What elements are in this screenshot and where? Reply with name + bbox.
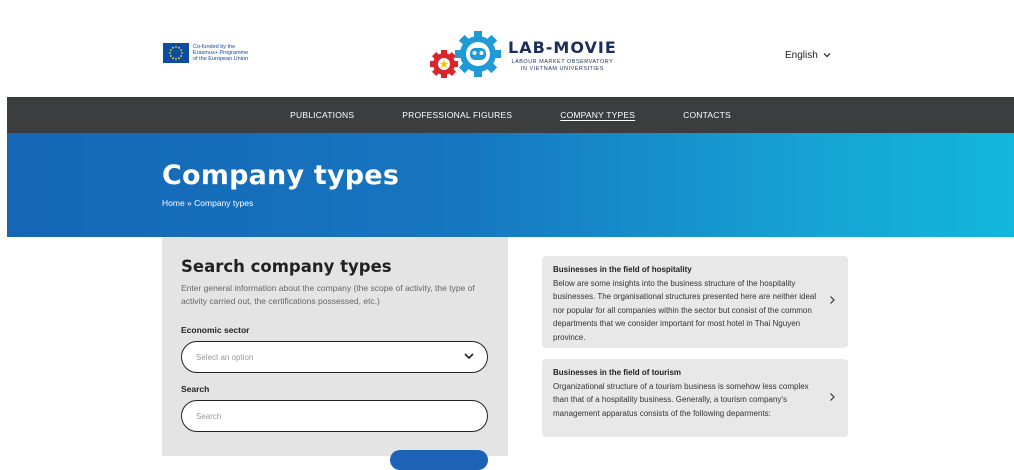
result-card-tourism[interactable]: Businesses in the field of tourism Organ… [542,359,848,437]
lab-movie-logo[interactable]: LAB-MOVIE LABOUR MARKET OBSERVATORY IN V… [430,30,617,80]
search-intro: Enter general information about the comp… [181,283,475,306]
eu-funding-badge[interactable]: Co-funded by the Erasmus+ Programme of t… [163,43,255,63]
chevron-down-icon [823,51,831,60]
breadcrumb: Home » Company types [162,198,253,208]
search-input[interactable]: Search [181,400,488,432]
economic-sector-placeholder: Select an option [196,352,254,362]
chevron-right-icon[interactable] [829,392,836,405]
search-submit-button[interactable] [390,450,488,470]
main-nav: PUBLICATIONS PROFESSIONAL FIGURES COMPAN… [7,97,1014,133]
chevron-down-icon [463,350,475,364]
site-header: Co-funded by the Erasmus+ Programme of t… [0,0,1014,97]
logo-title: LAB-MOVIE [508,38,617,57]
breadcrumb-separator: » [184,198,195,208]
economic-sector-select[interactable]: Select an option [181,341,488,373]
gear-logo-icon [430,31,501,78]
search-title: Search company types [181,257,392,276]
logo-text: LAB-MOVIE LABOUR MARKET OBSERVATORY IN V… [508,38,617,72]
search-panel: Search company types Enter general infor… [162,237,508,470]
result-card-hospitality[interactable]: Businesses in the field of hospitality B… [542,256,848,348]
language-label: English [785,50,818,61]
card-body: Organizational structure of a tourism bu… [553,382,809,418]
economic-sector-label: Economic sector [181,325,250,335]
eu-flag-icon [163,43,189,63]
page-banner: Company types Home » Company types [7,133,1014,237]
search-placeholder: Search [196,411,222,421]
page-title: Company types [162,160,400,191]
search-label: Search [181,384,210,394]
breadcrumb-home-link[interactable]: Home [162,198,185,208]
card-body: Below are some insights into the busines… [553,279,817,342]
nav-contacts[interactable]: CONTACTS [683,110,731,120]
language-selector[interactable]: English [785,50,831,61]
chevron-right-icon[interactable] [829,295,836,308]
breadcrumb-current: Company types [194,198,254,208]
eu-funding-text: Co-funded by the Erasmus+ Programme of t… [193,44,249,62]
card-title: Businesses in the field of tourism [553,368,682,377]
nav-professional-figures[interactable]: PROFESSIONAL FIGURES [402,110,512,120]
logo-subtitle: LABOUR MARKET OBSERVATORY IN VIETNAM UNI… [511,59,614,72]
nav-company-types[interactable]: COMPANY TYPES [560,110,635,120]
nav-publications[interactable]: PUBLICATIONS [290,110,354,120]
card-title: Businesses in the field of hospitality [553,265,692,274]
